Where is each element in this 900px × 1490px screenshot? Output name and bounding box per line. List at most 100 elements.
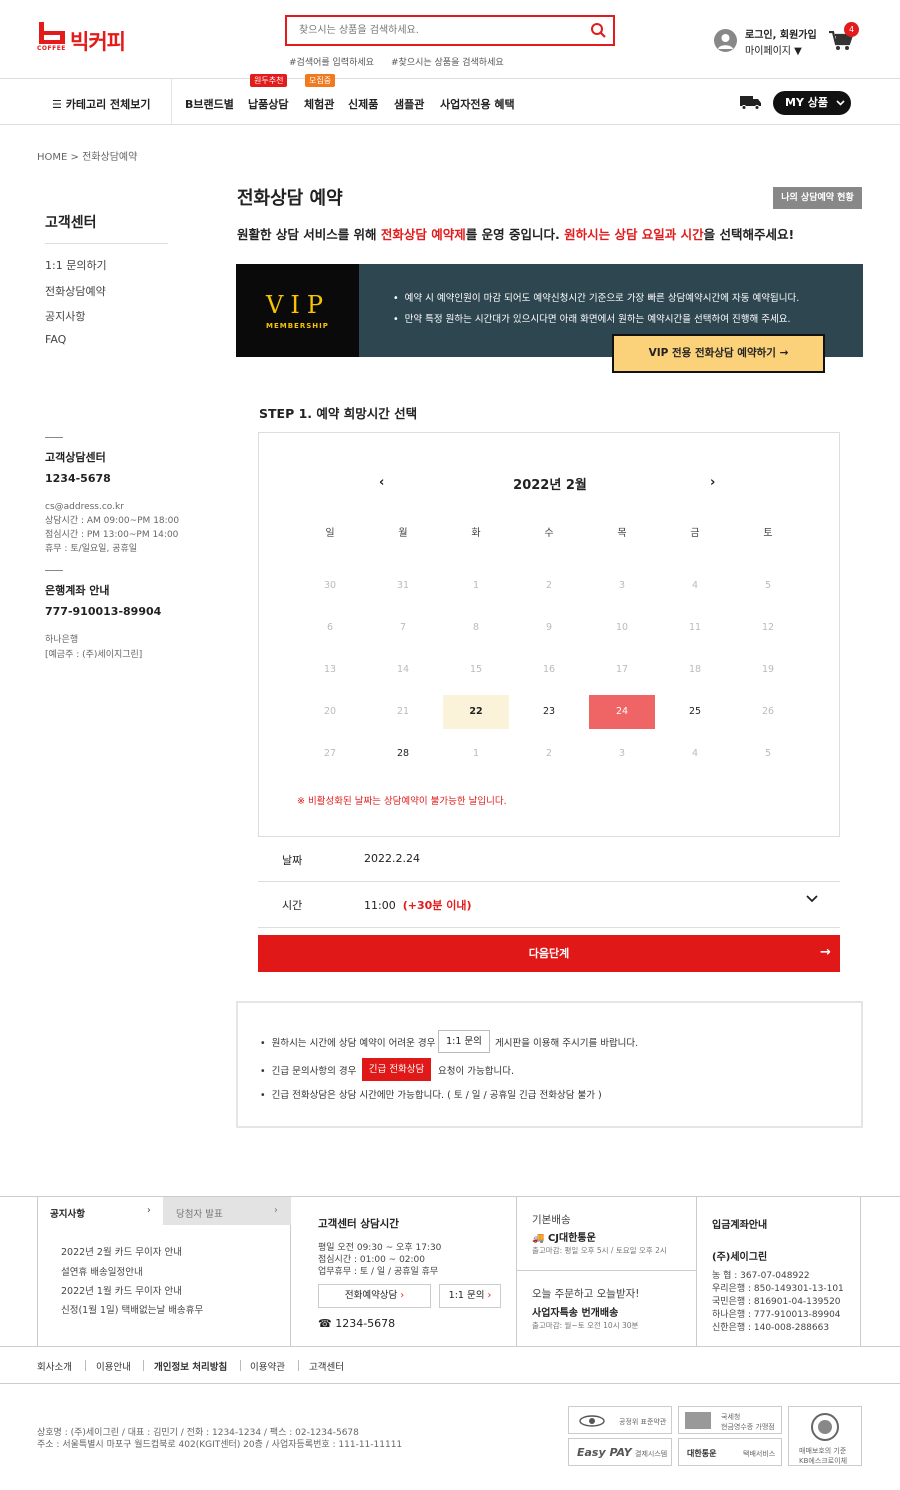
calendar-day-disabled: 4 [691, 580, 699, 591]
calendar-day-disabled: 19 [761, 664, 775, 675]
time-select[interactable]: 11:00 (+30분 이내) [364, 897, 471, 913]
footer-cs-phone: ☎ 1234-5678 [318, 1317, 396, 1330]
footer-link-cs[interactable]: 고객센터 [309, 1359, 344, 1373]
mypage-link[interactable]: 마이페이지 ▼ [745, 42, 802, 57]
step-title: STEP 1. 예약 희망시간 선택 [259, 406, 418, 421]
one-to-one-button[interactable]: 1:1 문의 [438, 1030, 490, 1053]
calendar-day[interactable]: 23 [516, 695, 582, 729]
next-step-button[interactable]: 다음단계 [258, 935, 840, 972]
calendar-day[interactable]: 25 [662, 695, 728, 729]
calendar-day-disabled: 6 [326, 622, 334, 633]
notice-line: • 원하시는 시간에 상담 예약이 어려운 경우 [260, 1038, 436, 1049]
calendar-day-disabled: 4 [691, 748, 699, 759]
my-reservation-status-button[interactable]: 나의 상담예약 현황 [773, 187, 862, 209]
calendar-day[interactable]: 22 [443, 695, 509, 729]
footer-tab-winner[interactable]: 당첨자 발표 [176, 1206, 223, 1220]
nav-item-business[interactable]: 사업자전용 혜택 [440, 96, 515, 112]
delivery-truck-icon[interactable] [740, 95, 762, 110]
footer-link-company[interactable]: 회사소개 [37, 1359, 72, 1373]
footer-bank-line: 국민은행 : 816901-04-139520 [712, 1297, 841, 1307]
chevron-right-icon: › [147, 1205, 151, 1216]
nav-item-brand[interactable]: B브랜드별 [185, 96, 234, 112]
search-tag[interactable]: #찾으시는 상품을 검색하세요 [391, 55, 504, 68]
cert-ftc-badge[interactable]: 공정위 표준약관 [568, 1406, 672, 1434]
sidebar-item-faq[interactable]: FAQ [45, 333, 66, 346]
footer-notice-item[interactable]: 신정(1월 1일) 택배없는날 배송휴무 [61, 1302, 203, 1316]
weekday-label: 목 [617, 528, 627, 539]
footer-ship-title: 기본배송 [532, 1214, 571, 1226]
my-products-button[interactable]: MY 상품 [773, 91, 851, 115]
calendar-day-disabled: 11 [688, 622, 702, 633]
cs-center-off: 휴무 : 토/일요일, 공휴일 [45, 544, 138, 554]
footer-link-sep [298, 1360, 299, 1371]
search-input[interactable] [287, 17, 567, 44]
calendar-day[interactable]: 24 [589, 695, 655, 729]
footer-link-privacy[interactable]: 개인정보 처리방침 [154, 1359, 227, 1373]
sidebar-item-notice[interactable]: 공지사항 [45, 308, 85, 324]
calendar-prev-button[interactable]: ‹ [379, 475, 384, 490]
sidebar-item-phone-reservation[interactable]: 전화상담예약 [45, 283, 106, 299]
cert-tax-badge[interactable]: 국세청 현금영수증 가맹점 [678, 1406, 782, 1434]
vip-reservation-button[interactable]: VIP 전용 전화상담 예약하기 → [612, 334, 825, 373]
footer-notice-item[interactable]: 2022년 1월 카드 무이자 안내 [61, 1283, 182, 1297]
user-avatar-icon[interactable] [714, 29, 737, 52]
sidebar-item-1to1[interactable]: 1:1 문의하기 [45, 257, 107, 273]
row-divider [258, 881, 840, 882]
footer-cs-line: 업무휴무 : 토 / 일 / 공휴일 휴무 [318, 1267, 439, 1277]
cert-kb-escrow-badge[interactable]: 매매보호의 기준 KB에스크로이체 [788, 1406, 862, 1466]
weekday-label: 금 [690, 528, 700, 539]
cs-center-email: cs@address.co.kr [45, 502, 124, 512]
footer-ship2-cutoff: 출고마감: 월~토 오전 10시 30분 [532, 1321, 639, 1330]
nav-item-experience[interactable]: 체험관 [304, 96, 334, 112]
footer-link-terms[interactable]: 이용약관 [250, 1359, 285, 1373]
calendar-day-disabled: 26 [761, 706, 775, 717]
sidebar-dash [45, 437, 63, 438]
breadcrumb-home[interactable]: HOME [37, 152, 67, 163]
cert-cj-badge[interactable]: 대한통운 택배서비스 [678, 1438, 782, 1466]
weekday-label: 토 [763, 528, 773, 539]
category-all-button[interactable]: ☰ 카테고리 전체보기 [52, 96, 151, 112]
search-icon[interactable] [590, 22, 607, 39]
calendar-day-disabled: 9 [545, 622, 553, 633]
notice-line-tail: 요청이 가능합니다. [438, 1066, 514, 1077]
footer-1to1-button[interactable]: 1:1 문의 › [439, 1284, 501, 1308]
nav-divider [171, 79, 172, 124]
footer-notice-item[interactable]: 설연휴 배송일정안내 [61, 1264, 143, 1278]
nav-item-delivery-consult[interactable]: 납품상담 [248, 96, 288, 112]
cs-center-lunch: 점심시간 : PM 13:00~PM 14:00 [45, 530, 179, 540]
calendar-day-disabled: 15 [469, 664, 483, 675]
sidebar-title: 고객센터 [45, 215, 97, 231]
chevron-right-icon: › [400, 1290, 405, 1301]
kb-seal-icon [811, 1413, 839, 1441]
footer-tab-notice[interactable]: 공지사항 [50, 1206, 85, 1220]
bank-title: 은행계좌 안내 [45, 584, 110, 597]
login-link[interactable]: 로그인, 회원가입 [745, 26, 817, 41]
sidebar-dash [45, 570, 63, 571]
chevron-right-icon: › [487, 1290, 492, 1301]
footer-phone-reservation-button[interactable]: 전화예약상담 › [318, 1284, 431, 1308]
logo-text[interactable]: 빅커피 [70, 26, 126, 56]
calendar-day-disabled: 12 [761, 622, 775, 633]
vip-bullet: • 만약 특정 원하는 시간대가 있으시다면 아래 화면에서 원하는 예약시간을… [393, 314, 791, 325]
nav-item-new[interactable]: 신제품 [348, 96, 378, 112]
footer-bank-line: 우리은행 : 850-149301-13-101 [712, 1284, 844, 1294]
cs-center-phone: 1234-5678 [45, 472, 111, 485]
footer-divider [696, 1197, 697, 1346]
calendar-day-disabled: 8 [472, 622, 480, 633]
footer-link-guide[interactable]: 이용안내 [96, 1359, 131, 1373]
logo-subtext: COFFEE [37, 45, 66, 52]
bank-number: 777-910013-89904 [45, 605, 162, 618]
nav-item-sample[interactable]: 샘플관 [394, 96, 424, 112]
calendar-day[interactable]: 28 [370, 737, 436, 771]
cert-easypay-badge[interactable]: Easy PAY 결제시스템 [568, 1438, 672, 1466]
intro-text: 원활한 상담 서비스를 위해 전화상담 예약제를 운영 중입니다. 원하시는 상… [237, 227, 795, 242]
breadcrumb-current: 전화상담예약 [82, 152, 138, 163]
logo-icon[interactable] [37, 22, 67, 44]
search-tag[interactable]: #검색어를 입력하세요 [289, 55, 374, 68]
calendar-next-button[interactable]: › [710, 475, 715, 490]
chevron-down-icon[interactable] [806, 895, 818, 903]
calendar-day-disabled: 17 [615, 664, 629, 675]
footer-link-sep [240, 1360, 241, 1371]
footer-notice-item[interactable]: 2022년 2월 카드 무이자 안내 [61, 1244, 182, 1258]
urgent-call-button[interactable]: 긴급 전화상담 [362, 1058, 431, 1081]
